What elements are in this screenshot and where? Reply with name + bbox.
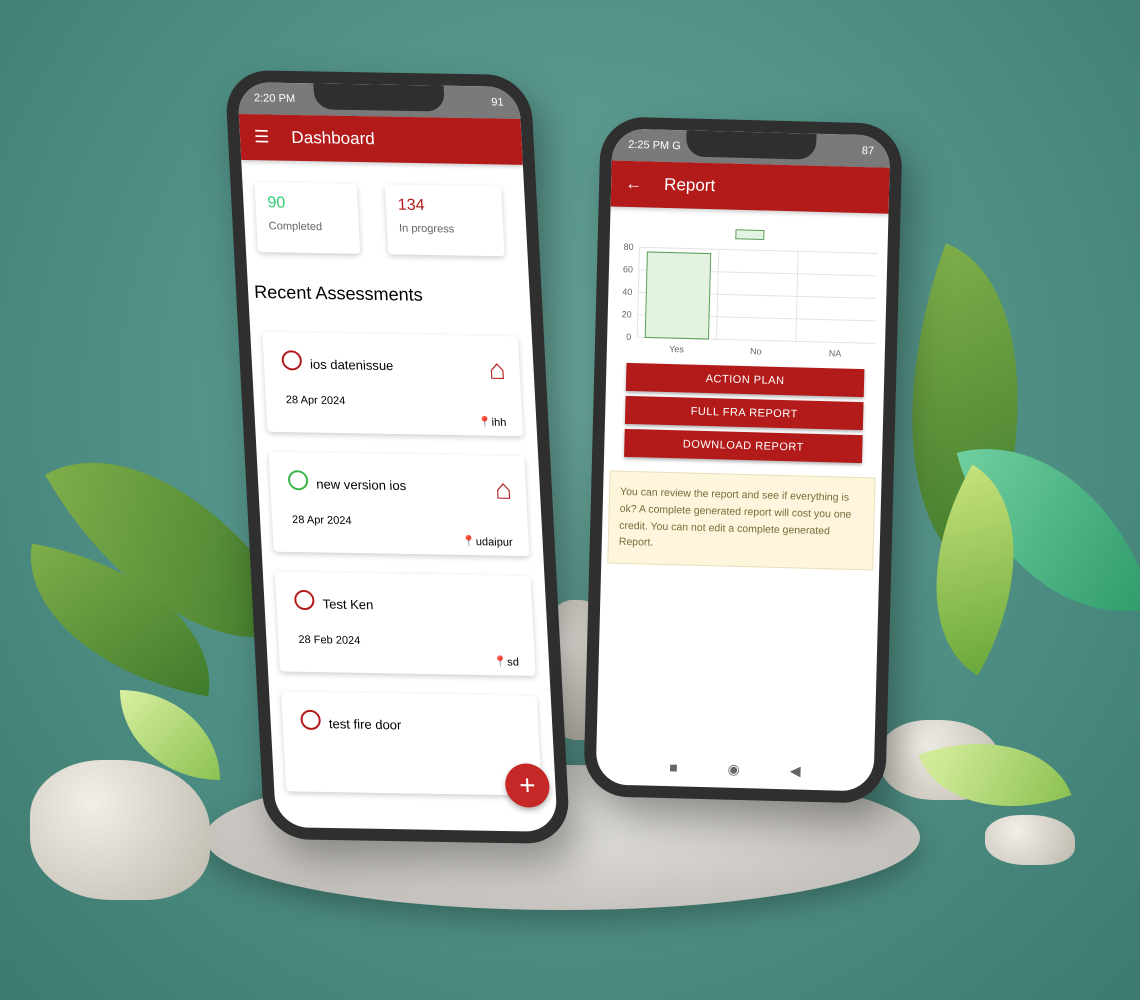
add-assessment-button[interactable]: + (504, 763, 551, 808)
x-tick-label: No (750, 346, 762, 356)
location-text: udaipur (475, 536, 513, 549)
legend-swatch (735, 229, 765, 240)
report-bar-chart: 0 20 40 60 80 Yes No NA (622, 229, 878, 359)
completed-count: 90 (267, 194, 286, 212)
download-report-button[interactable]: DOWNLOAD REPORT (624, 428, 863, 464)
assessment-item[interactable]: new version ios 28 Apr 2024 ⌂ 📍udaipur (268, 451, 530, 557)
recents-icon[interactable]: ■ (669, 759, 678, 776)
y-tick-label: 80 (623, 242, 633, 252)
assessment-title: ios datenissue (309, 356, 394, 374)
report-notice: You can review the report and see if eve… (607, 470, 876, 571)
house-icon: ⌂ (487, 353, 507, 386)
assessment-item[interactable]: ios datenissue 28 Apr 2024 ⌂ 📍ihh (262, 331, 524, 437)
bar-yes (644, 251, 712, 340)
y-tick-label: 40 (622, 287, 632, 297)
assessment-item[interactable]: test fire door (281, 691, 542, 796)
location-text: ihh (491, 416, 507, 429)
page-title: Report (663, 174, 716, 196)
assessment-date: 28 Feb 2024 (298, 633, 361, 647)
building-icon: ⌂ (494, 473, 513, 505)
clock-icon (281, 350, 303, 371)
app-bar: ← Report (610, 160, 890, 214)
status-time: 2:20 PM (253, 92, 296, 106)
android-nav-bar: ■ ◉ ◀ (596, 757, 874, 781)
status-time: 2:25 PM G (628, 138, 681, 153)
x-tick-label: NA (829, 348, 842, 358)
rock (30, 760, 210, 900)
in-progress-count: 134 (397, 196, 426, 215)
completed-card[interactable]: 90 Completed (254, 182, 361, 254)
assessment-item[interactable]: Test Ken 28 Feb 2024 📍sd (274, 571, 536, 676)
y-tick-label: 20 (622, 309, 632, 319)
completed-label: Completed (268, 220, 323, 234)
clock-icon (300, 709, 322, 731)
full-fra-report-button[interactable]: FULL FRA REPORT (624, 395, 864, 431)
assessment-title: test fire door (328, 716, 402, 733)
in-progress-label: In progress (398, 222, 455, 236)
app-bar: ☰ Dashboard (238, 114, 523, 165)
battery-indicator: 87 (861, 145, 875, 158)
back-arrow-icon[interactable]: ← (625, 174, 642, 194)
clock-icon (293, 589, 315, 611)
notch (685, 130, 817, 160)
menu-icon[interactable]: ☰ (254, 127, 270, 147)
home-icon[interactable]: ◉ (727, 761, 740, 778)
action-plan-button[interactable]: ACTION PLAN (625, 362, 865, 398)
battery-indicator: 91 (491, 96, 504, 109)
location-text: sd (506, 656, 520, 669)
assessment-date: 28 Apr 2024 (291, 514, 352, 528)
check-circle-icon (287, 470, 309, 491)
report-phone: 2:25 PM G 87 ← Report 0 20 40 60 80 Yes No NA AC… (583, 116, 903, 804)
assessment-title: Test Ken (322, 596, 374, 613)
assessment-location: 📍udaipur (461, 535, 513, 549)
assessment-title: new version ios (315, 476, 407, 494)
rock (985, 815, 1075, 865)
y-tick-label: 0 (626, 332, 631, 342)
notch (312, 83, 445, 112)
x-tick-label: Yes (669, 344, 684, 354)
assessment-location: 📍sd (493, 656, 520, 669)
dashboard-phone: 2:20 PM 91 ☰ Dashboard 90 Completed 134 In … (224, 69, 571, 845)
assessment-location: 📍ihh (477, 416, 507, 429)
back-icon[interactable]: ◀ (790, 762, 801, 779)
section-title: Recent Assessments (253, 281, 424, 305)
y-tick-label: 60 (623, 264, 633, 274)
assessment-date: 28 Apr 2024 (285, 394, 346, 408)
plus-icon: + (518, 769, 537, 801)
in-progress-card[interactable]: 134 In progress (384, 184, 505, 257)
page-title: Dashboard (290, 127, 376, 149)
